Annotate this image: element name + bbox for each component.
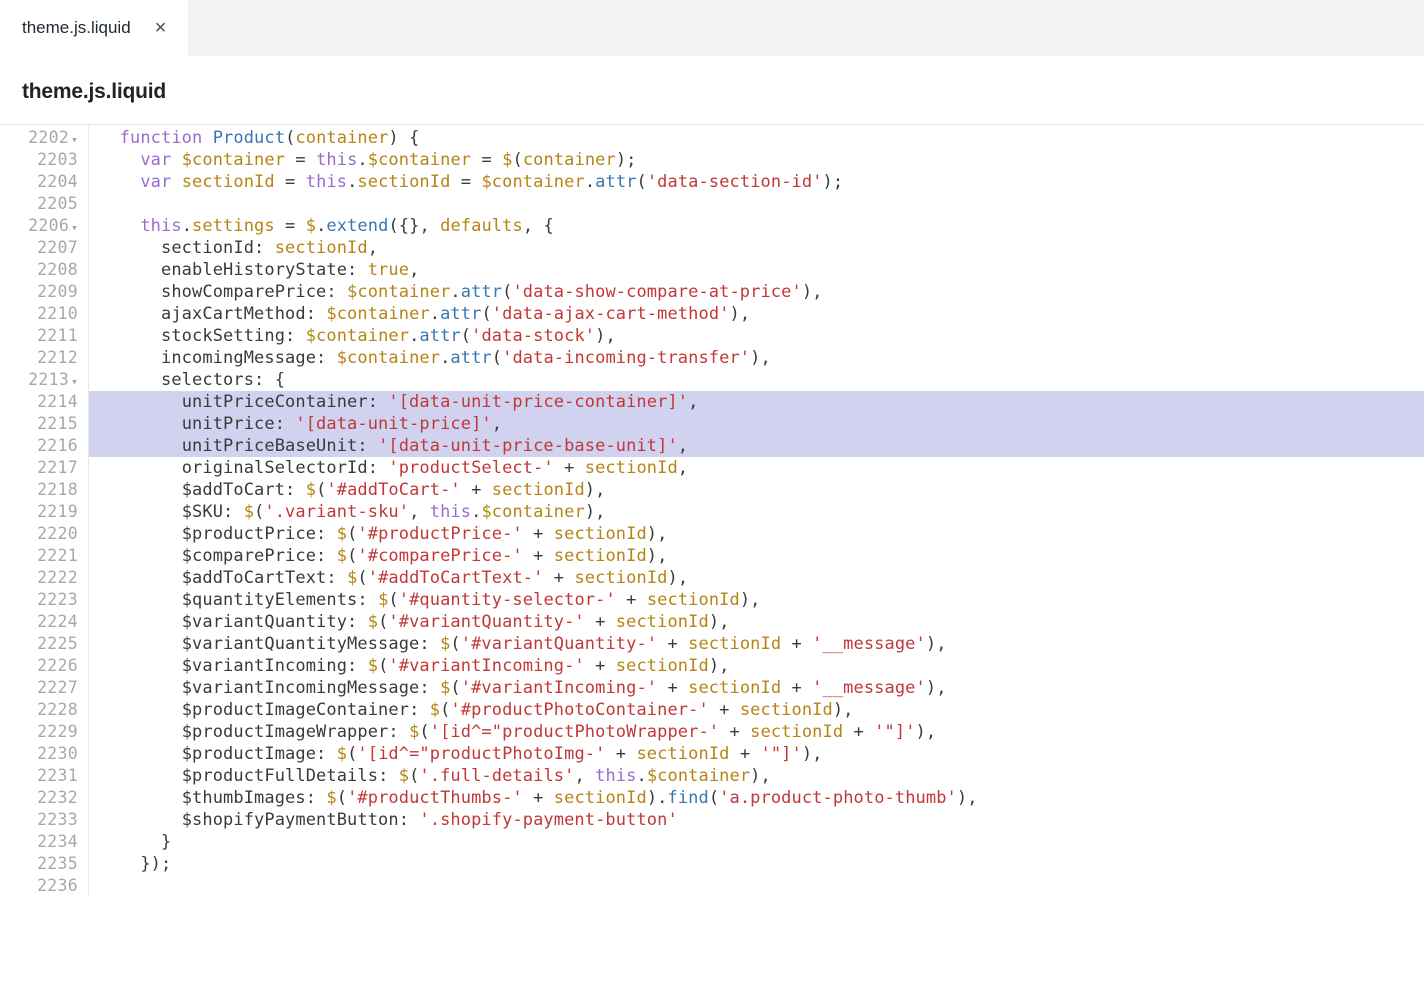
code-content[interactable]: function Product(container) { var $conta… bbox=[89, 125, 1424, 897]
code-line[interactable]: $quantityElements: $('#quantity-selector… bbox=[89, 589, 1424, 611]
code-line[interactable]: $productImageContainer: $('#productPhoto… bbox=[89, 699, 1424, 721]
tab-active[interactable]: theme.js.liquid × bbox=[0, 0, 188, 56]
code-line[interactable]: unitPriceContainer: '[data-unit-price-co… bbox=[89, 391, 1424, 413]
gutter-line[interactable]: 2218 bbox=[0, 479, 78, 501]
code-line[interactable]: } bbox=[89, 831, 1424, 853]
gutter-line[interactable]: 2228 bbox=[0, 699, 78, 721]
code-line[interactable]: unitPriceBaseUnit: '[data-unit-price-bas… bbox=[89, 435, 1424, 457]
gutter-line[interactable]: 2217 bbox=[0, 457, 78, 479]
gutter-line[interactable]: 2232 bbox=[0, 787, 78, 809]
code-line[interactable]: $thumbImages: $('#productThumbs-' + sect… bbox=[89, 787, 1424, 809]
gutter-line[interactable]: 2222 bbox=[0, 567, 78, 589]
code-line[interactable]: function Product(container) { bbox=[89, 127, 1424, 149]
code-line[interactable]: showComparePrice: $container.attr('data-… bbox=[89, 281, 1424, 303]
code-line[interactable]: selectors: { bbox=[89, 369, 1424, 391]
gutter-line[interactable]: 2202▾ bbox=[0, 127, 78, 149]
gutter-line[interactable]: 2210 bbox=[0, 303, 78, 325]
fold-arrow-icon[interactable]: ▾ bbox=[71, 133, 78, 146]
gutter-line[interactable]: 2233 bbox=[0, 809, 78, 831]
gutter-line[interactable]: 2227 bbox=[0, 677, 78, 699]
gutter-line[interactable]: 2203 bbox=[0, 149, 78, 171]
gutter-line[interactable]: 2225 bbox=[0, 633, 78, 655]
gutter-line[interactable]: 2207 bbox=[0, 237, 78, 259]
code-line[interactable]: var $container = this.$container = $(con… bbox=[89, 149, 1424, 171]
code-line[interactable]: $variantQuantity: $('#variantQuantity-' … bbox=[89, 611, 1424, 633]
fold-arrow-icon[interactable]: ▾ bbox=[71, 221, 78, 234]
gutter-line[interactable]: 2212 bbox=[0, 347, 78, 369]
gutter-line[interactable]: 2204 bbox=[0, 171, 78, 193]
gutter-line[interactable]: 2221 bbox=[0, 545, 78, 567]
code-line[interactable]: $variantIncoming: $('#variantIncoming-' … bbox=[89, 655, 1424, 677]
gutter-line[interactable]: 2209 bbox=[0, 281, 78, 303]
code-line[interactable]: unitPrice: '[data-unit-price]', bbox=[89, 413, 1424, 435]
tab-label: theme.js.liquid bbox=[22, 18, 131, 38]
gutter-line[interactable]: 2235 bbox=[0, 853, 78, 875]
code-line[interactable]: sectionId: sectionId, bbox=[89, 237, 1424, 259]
code-line[interactable]: enableHistoryState: true, bbox=[89, 259, 1424, 281]
code-line[interactable]: }); bbox=[89, 853, 1424, 875]
gutter-line[interactable]: 2220 bbox=[0, 523, 78, 545]
code-line[interactable]: $productPrice: $('#productPrice-' + sect… bbox=[89, 523, 1424, 545]
file-title: theme.js.liquid bbox=[0, 56, 1424, 124]
gutter-line[interactable]: 2213▾ bbox=[0, 369, 78, 391]
gutter-line[interactable]: 2219 bbox=[0, 501, 78, 523]
gutter-line[interactable]: 2234 bbox=[0, 831, 78, 853]
gutter-line[interactable]: 2224 bbox=[0, 611, 78, 633]
code-line[interactable]: this.settings = $.extend({}, defaults, { bbox=[89, 215, 1424, 237]
code-line[interactable]: $addToCart: $('#addToCart-' + sectionId)… bbox=[89, 479, 1424, 501]
gutter-line[interactable]: 2230 bbox=[0, 743, 78, 765]
gutter-line[interactable]: 2216 bbox=[0, 435, 78, 457]
code-line[interactable]: $productImage: $('[id^="productPhotoImg-… bbox=[89, 743, 1424, 765]
code-line[interactable]: stockSetting: $container.attr('data-stoc… bbox=[89, 325, 1424, 347]
tab-bar: theme.js.liquid × bbox=[0, 0, 1424, 56]
gutter-line[interactable]: 2231 bbox=[0, 765, 78, 787]
gutter-line[interactable]: 2226 bbox=[0, 655, 78, 677]
code-line[interactable] bbox=[89, 875, 1424, 897]
code-line[interactable]: $variantQuantityMessage: $('#variantQuan… bbox=[89, 633, 1424, 655]
code-line[interactable]: var sectionId = this.sectionId = $contai… bbox=[89, 171, 1424, 193]
gutter-line[interactable]: 2211 bbox=[0, 325, 78, 347]
gutter-line[interactable]: 2205 bbox=[0, 193, 78, 215]
gutter-line[interactable]: 2215 bbox=[0, 413, 78, 435]
gutter-line[interactable]: 2214 bbox=[0, 391, 78, 413]
code-line[interactable]: $comparePrice: $('#comparePrice-' + sect… bbox=[89, 545, 1424, 567]
close-icon[interactable]: × bbox=[155, 18, 167, 38]
gutter-line[interactable]: 2208 bbox=[0, 259, 78, 281]
code-line[interactable]: $addToCartText: $('#addToCartText-' + se… bbox=[89, 567, 1424, 589]
code-line[interactable]: $SKU: $('.variant-sku', this.$container)… bbox=[89, 501, 1424, 523]
gutter[interactable]: 2202▾2203220422052206▾220722082209221022… bbox=[0, 125, 89, 897]
fold-arrow-icon[interactable]: ▾ bbox=[71, 375, 78, 388]
code-line[interactable] bbox=[89, 193, 1424, 215]
code-line[interactable]: $productFullDetails: $('.full-details', … bbox=[89, 765, 1424, 787]
editor-root: theme.js.liquid × theme.js.liquid 2202▾2… bbox=[0, 0, 1424, 897]
gutter-line[interactable]: 2236 bbox=[0, 875, 78, 897]
gutter-line[interactable]: 2206▾ bbox=[0, 215, 78, 237]
code-line[interactable]: ajaxCartMethod: $container.attr('data-aj… bbox=[89, 303, 1424, 325]
code-line[interactable]: $shopifyPaymentButton: '.shopify-payment… bbox=[89, 809, 1424, 831]
code-area: 2202▾2203220422052206▾220722082209221022… bbox=[0, 124, 1424, 897]
code-line[interactable]: $productImageWrapper: $('[id^="productPh… bbox=[89, 721, 1424, 743]
code-line[interactable]: $variantIncomingMessage: $('#variantInco… bbox=[89, 677, 1424, 699]
code-line[interactable]: originalSelectorId: 'productSelect-' + s… bbox=[89, 457, 1424, 479]
gutter-line[interactable]: 2229 bbox=[0, 721, 78, 743]
code-line[interactable]: incomingMessage: $container.attr('data-i… bbox=[89, 347, 1424, 369]
gutter-line[interactable]: 2223 bbox=[0, 589, 78, 611]
